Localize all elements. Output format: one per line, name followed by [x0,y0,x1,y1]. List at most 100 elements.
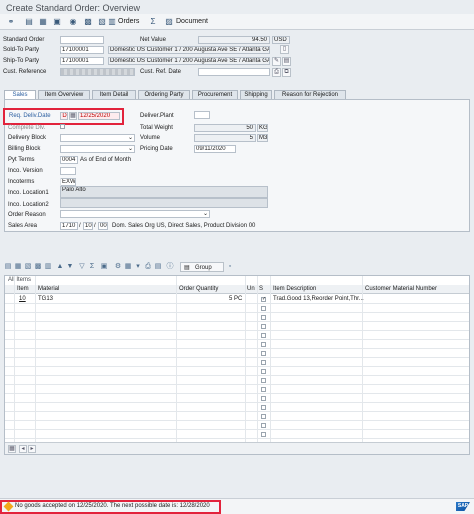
info-icon[interactable]: ⓘ [166,263,174,271]
calendar-icon[interactable]: ▦ [69,112,77,120]
billing-block-select[interactable]: ⌄ [60,145,135,153]
column-header-unit[interactable]: Un [247,286,255,292]
document-icon[interactable]: ▯ [280,45,289,54]
partner-icon[interactable]: ▧ [97,17,107,27]
group-button[interactable]: ▤ Group [180,262,224,272]
select-all-icon[interactable]: ▦ [14,263,22,271]
ship-to-party-input[interactable]: 17100001 [60,57,104,65]
export-icon[interactable]: ▣ [100,263,108,271]
row-checkbox[interactable] [261,432,266,437]
more-icon[interactable]: ▾ [134,263,142,271]
row-checkbox[interactable] [261,414,266,419]
item-icon[interactable]: ▦ [38,17,48,27]
table-row[interactable] [5,403,469,412]
pricing-date-input[interactable]: 09/11/2020 [194,145,236,153]
table-row[interactable] [5,331,469,340]
incoterms-input[interactable]: EXW [60,178,76,186]
req-deliv-date-unit[interactable]: D [60,112,68,120]
orders-icon[interactable]: ▥ [107,17,117,27]
display-change-icon[interactable]: ⚭ [6,17,16,27]
sum-icon[interactable]: Σ [88,263,96,271]
item-number[interactable]: 10 [19,296,26,302]
sort-asc-icon[interactable]: ▲ [56,263,64,271]
row-checkbox[interactable] [261,360,266,365]
expand-icon[interactable]: ▫ [226,263,234,271]
row-checkbox[interactable] [261,396,266,401]
details-icon[interactable]: ▤ [4,263,12,271]
cust-ref-date-input[interactable] [198,68,270,76]
scroll-right-icon[interactable]: ▸ [28,445,36,453]
view-icon[interactable]: ▤ [154,263,162,271]
column-header-item[interactable]: Item [17,286,29,292]
filter-icon[interactable]: ▽ [78,263,86,271]
table-row[interactable] [5,322,469,331]
print-icon[interactable]: ⎙ [272,68,281,77]
column-header-status[interactable]: S [259,286,263,292]
layout-icon[interactable]: ▦ [124,263,132,271]
row-checkbox[interactable]: ✓ [261,297,266,302]
column-header-customer-material-number[interactable]: Customer Material Number [365,286,437,292]
table-row[interactable] [5,430,469,439]
row-checkbox[interactable] [261,378,266,383]
table-row[interactable] [5,367,469,376]
sales-org-input[interactable]: 1710 [60,222,78,230]
row-checkbox[interactable] [261,423,266,428]
print-icon[interactable]: ⎙ [144,263,152,271]
material-cell[interactable]: TG13 [38,296,53,302]
column-header-item-description[interactable]: Item Description [273,286,316,292]
sold-to-party-input[interactable]: 17100001 [60,46,104,54]
insert-row-icon[interactable]: ▥ [44,263,52,271]
column-header-order-quantity[interactable]: Order Quantity [179,286,218,292]
document-button[interactable]: Document [176,18,208,25]
header-icon[interactable]: ▤ [24,17,34,27]
row-checkbox[interactable] [261,369,266,374]
user-icon[interactable]: ◉ [68,17,78,27]
inco-location2-input[interactable] [60,198,268,208]
config-icon[interactable]: ⚙ [114,263,122,271]
sort-desc-icon[interactable]: ▼ [66,263,74,271]
table-row[interactable] [5,358,469,367]
table-row[interactable] [5,304,469,313]
status-message[interactable]: No goods accepted on 12/25/2020. The nex… [15,503,210,509]
order-reason-select[interactable]: ⌄ [60,210,210,218]
inco-version-input[interactable] [60,167,76,175]
quantity-cell[interactable]: 5 [229,296,232,302]
table-row[interactable] [5,421,469,430]
grid-settings-icon[interactable]: ▦ [8,445,16,453]
document-icon[interactable]: ▨ [164,17,174,27]
row-checkbox[interactable] [261,315,266,320]
row-checkbox[interactable] [261,306,266,311]
column-header-material[interactable]: Material [38,286,59,292]
scroll-left-icon[interactable]: ◂ [19,445,27,453]
table-row[interactable] [5,376,469,385]
lock-icon[interactable]: ▩ [83,17,93,27]
change-icon[interactable]: ✎ [272,57,281,66]
table-row[interactable] [5,340,469,349]
deselect-icon[interactable]: ▧ [24,263,32,271]
table-row[interactable] [5,385,469,394]
table-row[interactable] [5,349,469,358]
cust-reference-input[interactable] [60,68,135,76]
deliver-plant-input[interactable] [194,111,210,119]
standard-order-field[interactable] [60,36,104,44]
complete-dlv-checkbox[interactable] [60,124,65,129]
row-checkbox[interactable] [261,387,266,392]
delete-row-icon[interactable]: ▩ [34,263,42,271]
pyt-terms-input[interactable]: 0004 [60,156,78,164]
unit-cell[interactable]: PC [234,296,242,302]
row-checkbox[interactable] [261,324,266,329]
partner-overview-icon[interactable]: ▤ [282,57,291,66]
table-row[interactable] [5,412,469,421]
table-row[interactable] [5,394,469,403]
sum-icon[interactable]: Σ [148,17,158,27]
req-deliv-date-input[interactable]: 12/25/2020 [78,112,120,120]
table-row[interactable]: 10 TG13 5 PC ✓ Trad.Good 13,Reorder Poin… [5,295,469,304]
orders-button[interactable]: Orders [118,18,139,25]
row-checkbox[interactable] [261,405,266,410]
dist-channel-input[interactable]: 10 [83,222,93,230]
row-checkbox[interactable] [261,333,266,338]
division-input[interactable]: 00 [98,222,108,230]
overview-icon[interactable]: ▣ [52,17,62,27]
delivery-block-select[interactable]: ⌄ [60,134,135,142]
inco-location1-input[interactable]: Palo Alto [60,186,268,198]
